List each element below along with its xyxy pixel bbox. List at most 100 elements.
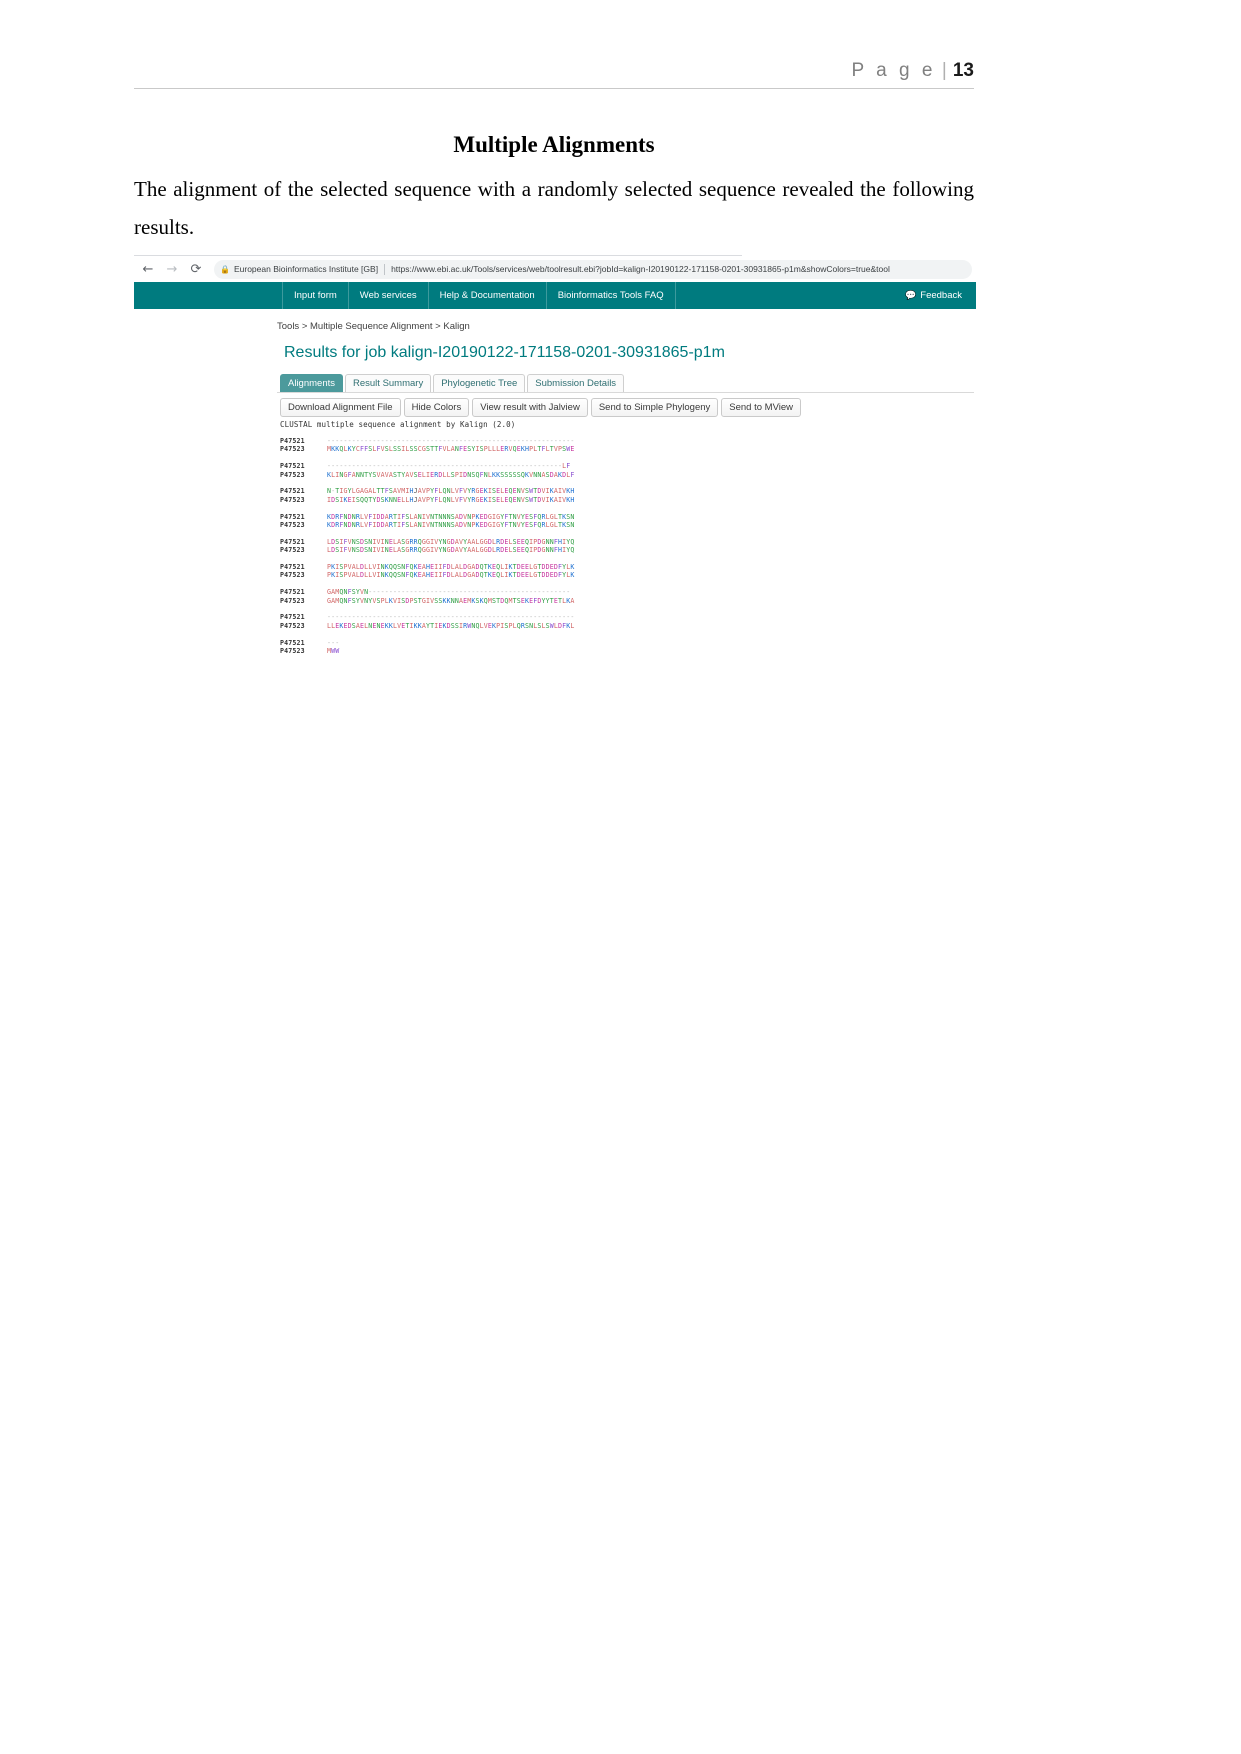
alignment-row: P47523 LLEKEDSAELNENEKKLVETIKKAYTIEKDSSIR… bbox=[280, 622, 575, 630]
sequence-residues: N-TIGYLGAGALTTFSAVMIHJAVPYFLQNLVFVYRGEKI… bbox=[327, 487, 575, 496]
nav-item-help-documentation[interactable]: Help & Documentation bbox=[429, 282, 547, 309]
send-to-mview-button[interactable]: Send to MView bbox=[721, 398, 801, 417]
feedback-link[interactable]: 💬 Feedback bbox=[895, 282, 976, 309]
alignment-row: P47523 IDSIKEISQQTYDSKNNELLHJAVPYFLQNLVFV… bbox=[280, 496, 575, 504]
lock-icon: 🔒 bbox=[220, 264, 230, 274]
alignment-row: P47521 ----------------------------------… bbox=[280, 437, 575, 445]
alignment-output: P47521 ----------------------------------… bbox=[280, 437, 575, 664]
alignment-row: P47523 MKKQLKYCFFSLFVSLSSILSSCGSTTFVLANFE… bbox=[280, 445, 575, 453]
sequence-residues: --- bbox=[327, 638, 340, 647]
sequence-residues: ----------------------------------------… bbox=[327, 437, 575, 445]
document-page: P a g e | 13 Multiple Alignments The ali… bbox=[0, 0, 1241, 1754]
alignment-row: P47521 LDSIFVNSDSNIVINELASGRRQGGIVYNGDAVY… bbox=[280, 538, 575, 546]
omnibox-divider bbox=[384, 263, 386, 275]
address-bar[interactable]: 🔒 European Bioinformatics Institute [GB]… bbox=[214, 259, 972, 279]
alignment-row: P47523 LDSIFVNSDSNIVINELASGRRQGGIVYNGDAVY… bbox=[280, 546, 575, 554]
nav-item-bioinformatics-tools-faq[interactable]: Bioinformatics Tools FAQ bbox=[547, 282, 676, 309]
back-icon[interactable]: ← bbox=[138, 259, 158, 279]
sequence-residues: ----------------------------------------… bbox=[327, 613, 575, 622]
sequence-id: P47521 bbox=[280, 462, 305, 471]
sequence-residues: MWW bbox=[327, 647, 340, 656]
sequence-id: P47521 bbox=[280, 563, 305, 572]
tab-result-summary[interactable]: Result Summary bbox=[345, 374, 432, 393]
browser-tab-strip bbox=[134, 249, 976, 256]
alignment-block: P47521 GAMQNFSYVN------------------------… bbox=[280, 588, 575, 605]
alignment-block: P47521 KDRFNDNRLVFIDDARTIFSLANIVNTNNNSADV… bbox=[280, 513, 575, 530]
browser-screenshot: ← → ⟳ 🔒 European Bioinformatics Institut… bbox=[134, 249, 976, 740]
sequence-residues: KLINGFANNTYSVAVASTYAVSELIERDLLSPIDNSQFNL… bbox=[327, 470, 575, 479]
results-title: Results for job kalign-I20190122-171158-… bbox=[284, 344, 725, 361]
alignment-row: P47523 KDRFNDNRLVFIDDARTIFSLANIVNTNNNSADV… bbox=[280, 521, 575, 529]
sequence-residues: ----------------------------------------… bbox=[327, 462, 571, 471]
alignment-row: P47521 GAMQNFSYVN------------------------… bbox=[280, 588, 575, 596]
sequence-id: P47523 bbox=[280, 621, 305, 630]
sequence-id: P47523 bbox=[280, 521, 305, 530]
speech-bubble-icon: 💬 bbox=[905, 290, 917, 300]
alignment-block: P47521 N-TIGYLGAGALTTFSAVMIHJAVPYFLQNLVFV… bbox=[280, 487, 575, 504]
alignment-block: P47521 ----------------------------------… bbox=[280, 462, 575, 479]
tabs-underline bbox=[277, 392, 974, 393]
site-navigation-bar: Input form Web services Help & Documenta… bbox=[134, 282, 976, 309]
alignment-block: P47521 LDSIFVNSDSNIVINELASGRRQGGIVYNGDAVY… bbox=[280, 538, 575, 555]
alignment-block: P47521 ----------------------------------… bbox=[280, 613, 575, 630]
sequence-id: P47521 bbox=[280, 613, 305, 622]
reload-icon[interactable]: ⟳ bbox=[186, 259, 206, 279]
sequence-id: P47521 bbox=[280, 588, 305, 597]
sequence-residues: PKISPVALDLLVINKQQSNFQKEAHEIIFDLALDGADQTK… bbox=[327, 563, 575, 572]
send-to-simple-phylogeny-button[interactable]: Send to Simple Phylogeny bbox=[590, 398, 719, 417]
breadcrumb: Tools > Multiple Sequence Alignment > Ka… bbox=[277, 321, 470, 332]
tab-phylogenetic-tree[interactable]: Phylogenetic Tree bbox=[433, 374, 526, 393]
hide-colors-button[interactable]: Hide Colors bbox=[403, 398, 470, 417]
alignment-row: P47523 KLINGFANNTYSVAVASTYAVSELIERDLLSPID… bbox=[280, 471, 575, 479]
alignment-row: P47521 KDRFNDNRLVFIDDARTIFSLANIVNTNNNSADV… bbox=[280, 513, 575, 521]
alignment-row: P47523 GAMQNFSYVNYVSPLKVISDPSTGIVSSKKNNAE… bbox=[280, 597, 575, 605]
sequence-residues: LDSIFVNSDSNIVINELASGRRQGGIVYNGDAVYAALGGD… bbox=[327, 546, 575, 555]
action-button-row: Download Alignment File Hide Colors View… bbox=[280, 398, 801, 417]
sequence-id: P47521 bbox=[280, 437, 305, 445]
view-result-with-jalview-button[interactable]: View result with Jalview bbox=[472, 398, 588, 417]
sequence-id: P47521 bbox=[280, 487, 305, 496]
sequence-id: P47523 bbox=[280, 470, 305, 479]
clustal-header-line: CLUSTAL multiple sequence alignment by K… bbox=[280, 420, 516, 429]
sequence-id: P47523 bbox=[280, 571, 305, 580]
feedback-label: Feedback bbox=[920, 290, 962, 301]
alignment-block: P47521 --- P47523 MWW bbox=[280, 639, 575, 656]
body-paragraph: The alignment of the selected sequence w… bbox=[134, 177, 974, 239]
result-tabs: Alignments Result Summary Phylogenetic T… bbox=[280, 374, 625, 393]
alignment-row: P47523 PKISPVALDLLVINKQQSNFQKEAHEIIFDLALD… bbox=[280, 571, 575, 579]
alignment-block: P47521 ----------------------------------… bbox=[280, 437, 575, 454]
sequence-id: P47523 bbox=[280, 647, 305, 656]
forward-icon[interactable]: → bbox=[162, 259, 182, 279]
page-title: Multiple Alignments bbox=[453, 132, 655, 157]
sequence-residues: LDSIFVNSDSNIVINELASGRRQGGIVYNGDAVYAALGGD… bbox=[327, 537, 575, 546]
page-label: P a g e bbox=[851, 60, 936, 81]
tab-alignments[interactable]: Alignments bbox=[280, 374, 343, 393]
site-identity-label: European Bioinformatics Institute [GB] bbox=[233, 264, 379, 274]
sequence-residues: PKISPVALDLLVINKQQSNFQKEAHEIIFDLALDGADQTK… bbox=[327, 571, 575, 580]
nav-item-input-form[interactable]: Input form bbox=[282, 282, 349, 309]
sequence-residues: MKKQLKYCFFSLFVSLSSILSSCGSTTFVLANFESYISPL… bbox=[327, 445, 575, 454]
sequence-id: P47521 bbox=[280, 512, 305, 521]
url-text: https://www.ebi.ac.uk/Tools/services/web… bbox=[391, 264, 890, 274]
sequence-residues: IDSIKEISQQTYDSKNNELLHJAVPYFLQNLVFVYRGEKI… bbox=[327, 495, 575, 504]
sequence-residues: KDRFNDNRLVFIDDARTIFSLANIVNTNNNSADVNPKEDG… bbox=[327, 521, 575, 530]
sequence-id: P47521 bbox=[280, 537, 305, 546]
sequence-id: P47523 bbox=[280, 445, 305, 454]
sequence-id: P47523 bbox=[280, 546, 305, 555]
page-number: 13 bbox=[952, 60, 974, 81]
tab-submission-details[interactable]: Submission Details bbox=[527, 374, 625, 393]
download-alignment-file-button[interactable]: Download Alignment File bbox=[280, 398, 401, 417]
alignment-row: P47521 ----------------------------------… bbox=[280, 462, 575, 470]
sequence-residues: KDRFNDNRLVFIDDARTIFSLANIVNTNNNSADVNPKEDG… bbox=[327, 512, 575, 521]
sequence-residues: GAMQNFSYVN------------------------------… bbox=[327, 588, 571, 597]
running-header: P a g e | 13 bbox=[134, 60, 974, 89]
sequence-residues: GAMQNFSYVNYVSPLKVISDPSTGIVSSKKNNAEMKSKQM… bbox=[327, 596, 575, 605]
alignment-row: P47521 ----------------------------------… bbox=[280, 613, 575, 621]
alignment-block: P47521 PKISPVALDLLVINKQQSNFQKEAHEIIFDLALD… bbox=[280, 563, 575, 580]
nav-item-web-services[interactable]: Web services bbox=[349, 282, 429, 309]
page-separator: | bbox=[941, 60, 947, 81]
alignment-row: P47523 MWW bbox=[280, 647, 575, 655]
alignment-row: P47521 N-TIGYLGAGALTTFSAVMIHJAVPYFLQNLVFV… bbox=[280, 487, 575, 495]
results-pane: Tools > Multiple Sequence Alignment > Ka… bbox=[134, 309, 976, 740]
